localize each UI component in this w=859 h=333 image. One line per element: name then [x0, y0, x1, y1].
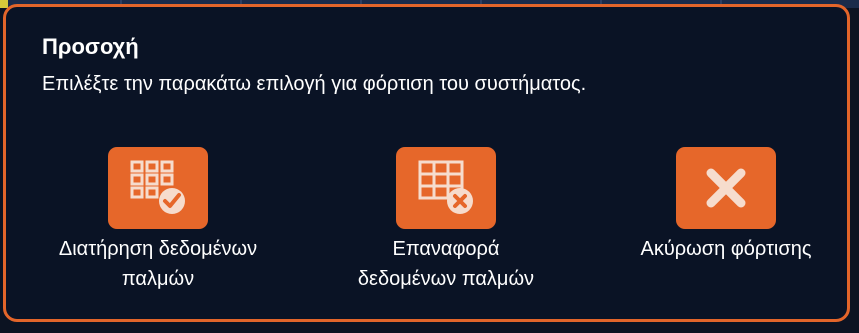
reset-pulse-data-label-line1: Επαναφορά — [392, 238, 500, 260]
keep-pulse-data-icon-button[interactable] — [108, 147, 208, 229]
grid-check-icon — [130, 160, 185, 214]
cancel-charge-button[interactable]: Ακύρωση φόρτισης — [606, 147, 846, 264]
reset-pulse-data-button[interactable]: Επαναφορά δεδομένων παλμών — [326, 147, 566, 294]
close-icon — [706, 168, 746, 208]
keep-pulse-data-button[interactable]: Διατήρηση δεδομένων παλμών — [24, 147, 292, 294]
grid-x-icon — [418, 160, 473, 214]
keep-pulse-data-label-line1: Διατήρηση δεδομένων — [58, 238, 258, 260]
cancel-charge-icon-button[interactable] — [676, 147, 776, 229]
dialog-title: Προσοχή — [42, 34, 139, 59]
dialog-message: Επιλέξτε την παρακάτω επιλογή για φόρτισ… — [42, 73, 587, 95]
reset-pulse-data-icon-button[interactable] — [396, 147, 496, 229]
reset-pulse-data-label-line2: δεδομένων παλμών — [357, 268, 535, 290]
warning-dialog: Προσοχή Επιλέξτε την παρακάτω επιλογή γι… — [3, 4, 850, 322]
cancel-charge-label: Ακύρωση φόρτισης — [640, 238, 812, 260]
keep-pulse-data-label-line2: παλμών — [121, 268, 195, 290]
